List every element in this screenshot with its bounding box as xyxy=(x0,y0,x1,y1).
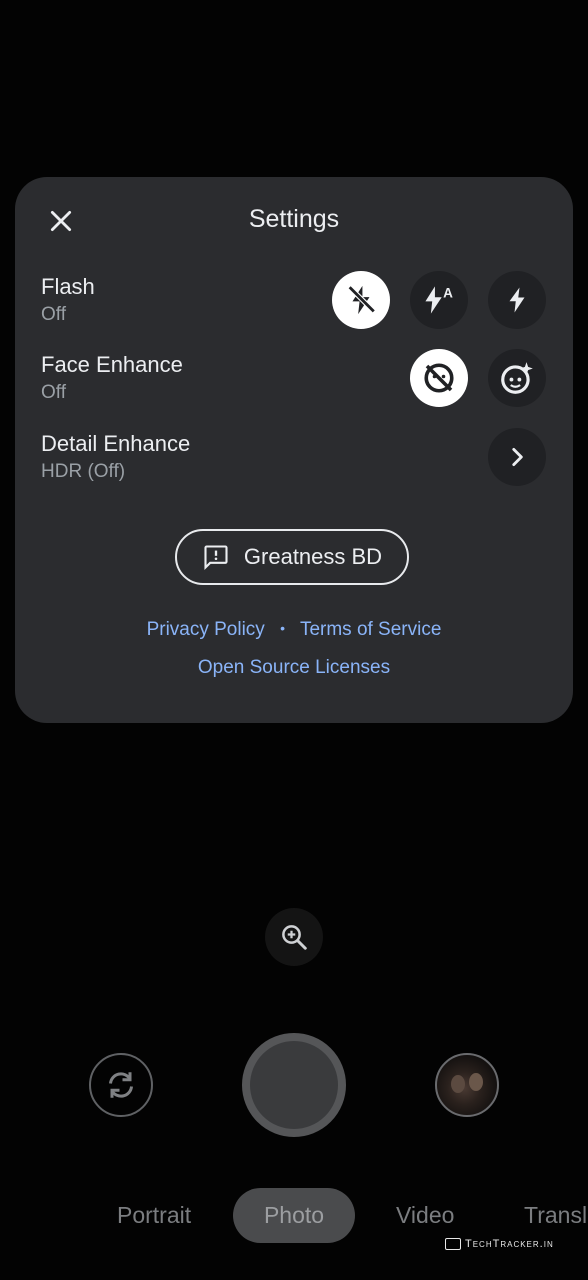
mode-video[interactable]: Video xyxy=(396,1202,454,1229)
detail-enhance-label: Detail Enhance xyxy=(41,431,191,456)
camera-screen: Settings Flash Off A Face Enhance Off De… xyxy=(0,0,588,1280)
flash-label: Flash xyxy=(41,274,95,299)
mode-photo[interactable]: Photo xyxy=(233,1188,355,1243)
flash-off-icon xyxy=(347,285,376,315)
face-enhance-on-icon xyxy=(501,362,533,394)
terms-of-service-link[interactable]: Terms of Service xyxy=(300,619,441,640)
mode-photo-label: Photo xyxy=(263,1202,325,1228)
shutter-button[interactable] xyxy=(242,1033,346,1137)
watermark-text: TechTracker.in xyxy=(465,1238,554,1250)
face-enhance-off-icon xyxy=(424,363,454,393)
thumbnail-image-part xyxy=(469,1073,483,1091)
flash-setting: Flash Off xyxy=(41,273,95,327)
chevron-right-icon xyxy=(512,448,523,466)
gallery-thumbnail[interactable] xyxy=(435,1053,499,1117)
feedback-label: Greatness BD xyxy=(243,544,383,569)
mode-selector: Portrait Photo Video Transla xyxy=(0,1188,588,1244)
feedback-button[interactable]: Greatness BD xyxy=(175,529,409,585)
flash-off-button[interactable] xyxy=(332,271,390,329)
zoom-in-icon xyxy=(282,925,307,950)
link-separator: • xyxy=(280,620,285,636)
switch-camera-icon xyxy=(109,1072,133,1098)
legal-links: Privacy Policy • Terms of Service xyxy=(15,619,573,641)
detail-enhance-setting[interactable]: Detail Enhance HDR (Off) xyxy=(41,430,190,484)
thumbnail-image-part xyxy=(451,1075,465,1093)
licenses-row: Open Source Licenses xyxy=(15,657,573,679)
zoom-button[interactable] xyxy=(265,908,323,966)
mode-translate[interactable]: Transla xyxy=(524,1202,588,1229)
flash-on-button[interactable] xyxy=(488,271,546,329)
open-source-licenses-link[interactable]: Open Source Licenses xyxy=(198,657,390,678)
flash-auto-icon: A xyxy=(425,285,453,314)
flash-on-icon xyxy=(509,287,525,313)
flash-auto-button[interactable]: A xyxy=(410,271,468,329)
watermark-logo-icon xyxy=(445,1238,461,1250)
flash-value: Off xyxy=(41,304,66,325)
detail-enhance-open-button[interactable] xyxy=(488,428,546,486)
mode-portrait[interactable]: Portrait xyxy=(117,1202,191,1229)
face-enhance-on-button[interactable] xyxy=(488,349,546,407)
feedback-icon xyxy=(204,545,228,571)
face-enhance-value: Off xyxy=(41,382,66,403)
switch-camera-button[interactable] xyxy=(89,1053,153,1117)
detail-enhance-value: HDR (Off) xyxy=(41,461,126,482)
face-enhance-label: Face Enhance xyxy=(41,352,183,377)
settings-title: Settings xyxy=(248,205,340,233)
settings-panel: Settings Flash Off A Face Enhance Off De… xyxy=(15,177,573,723)
watermark: TechTracker.in xyxy=(445,1238,554,1250)
face-enhance-off-button[interactable] xyxy=(410,349,468,407)
privacy-policy-link[interactable]: Privacy Policy xyxy=(147,619,265,640)
svg-text:A: A xyxy=(443,285,453,300)
face-enhance-setting: Face Enhance Off xyxy=(41,351,183,405)
